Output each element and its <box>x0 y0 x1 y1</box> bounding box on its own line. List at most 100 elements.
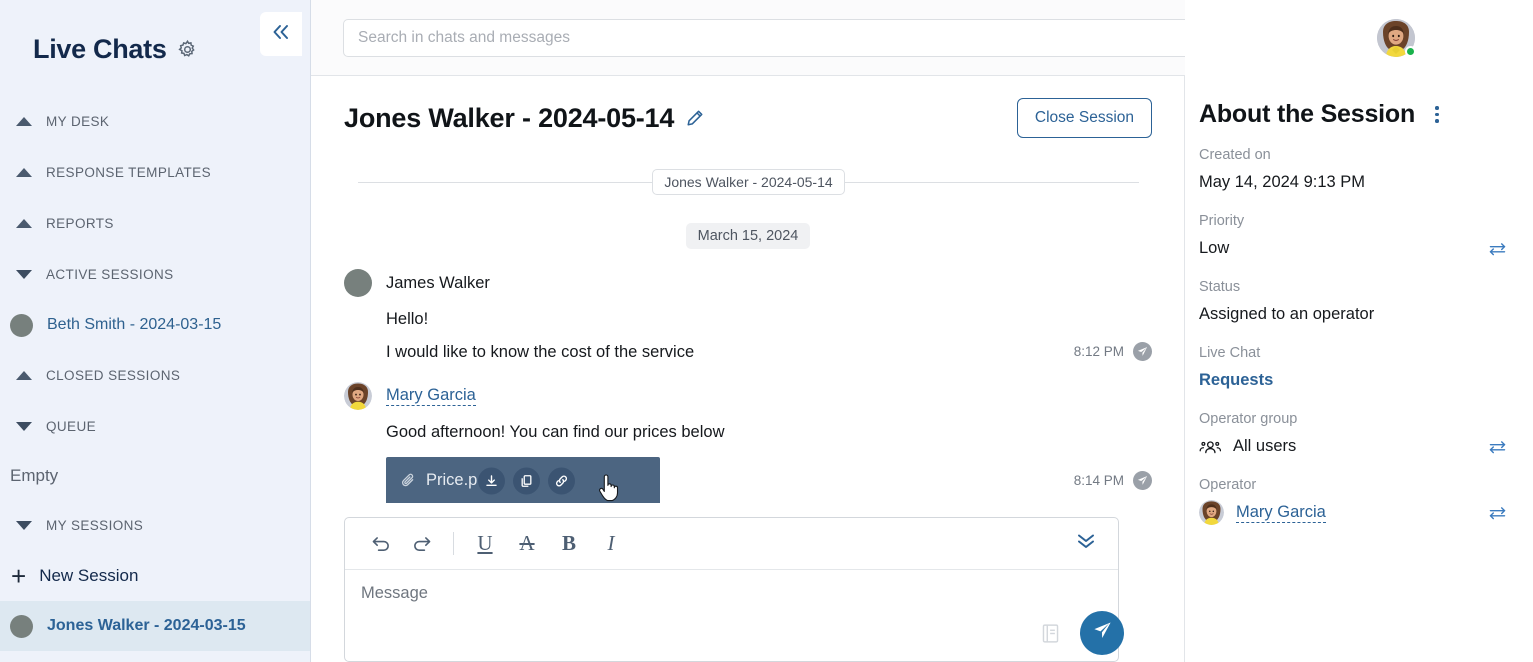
undo-icon[interactable] <box>361 525 399 563</box>
sidebar-nav: MY DESK RESPONSE TEMPLATES REPORTS ACTIV… <box>0 76 310 651</box>
queue-empty-text: Empty <box>10 466 59 485</box>
panel-title: About the Session <box>1199 100 1416 128</box>
composer-container: U A B I Message <box>311 503 1184 662</box>
avatar <box>10 313 33 337</box>
divider <box>453 532 454 555</box>
message-author[interactable]: Mary Garcia <box>386 386 476 407</box>
sidebar-item-reports[interactable]: REPORTS <box>0 198 310 249</box>
sidebar-item-my-desk[interactable]: MY DESK <box>0 96 310 147</box>
link-icon[interactable] <box>548 467 575 495</box>
template-book-icon[interactable] <box>1041 623 1060 649</box>
bold-icon[interactable]: B <box>550 525 588 563</box>
chevron-double-down-icon[interactable] <box>1074 530 1102 557</box>
message-line: Good afternoon! You can find our prices … <box>344 422 1152 443</box>
swap-arrows-icon[interactable] <box>1488 506 1507 520</box>
sidebar-item-active-sessions[interactable]: ACTIVE SESSIONS <box>0 249 310 300</box>
plus-icon: + <box>11 561 27 591</box>
download-icon[interactable] <box>478 467 505 495</box>
message-line: I would like to know the cost of the ser… <box>344 342 1152 363</box>
session-separator: Jones Walker - 2024-05-14 <box>358 169 1139 195</box>
live-chats-app: Live Chats MY DESK RESPONSE TEMPLATES RE… <box>0 0 1533 662</box>
message-meta: 8:14 PM <box>1074 470 1152 491</box>
sent-paper-plane-icon <box>1133 470 1152 490</box>
session-item-beth-smith[interactable]: Beth Smith - 2024-03-15 <box>0 300 310 350</box>
avatar <box>1377 18 1416 57</box>
triangle-down-icon <box>16 422 32 431</box>
triangle-up-icon <box>16 219 32 228</box>
sidebar-item-label: ACTIVE SESSIONS <box>46 267 174 282</box>
sidebar-item-label: QUEUE <box>46 419 97 434</box>
field-operator: Operator Mary Garcia <box>1199 477 1507 525</box>
underline-label: U <box>477 531 493 555</box>
sidebar-item-my-sessions[interactable]: MY SESSIONS <box>0 500 310 551</box>
avatar <box>10 614 33 638</box>
italic-icon[interactable]: I <box>592 525 630 563</box>
field-created-on: Created on May 14, 2024 9:13 PM <box>1199 147 1507 195</box>
message-input-area[interactable]: Message <box>345 570 1118 661</box>
search-container <box>311 18 1295 57</box>
field-value: Low <box>1199 239 1230 257</box>
page-title: Jones Walker - 2024-05-14 <box>344 102 675 133</box>
bold-label: B <box>561 531 576 555</box>
date-separator: March 15, 2024 <box>344 223 1152 249</box>
message-placeholder: Message <box>361 584 428 602</box>
new-session-button[interactable]: + New Session <box>0 551 310 601</box>
strikethrough-icon[interactable]: A <box>508 525 546 563</box>
message: James Walker Hello! I would like to know… <box>344 269 1152 362</box>
sidebar-title: Live Chats <box>33 33 167 64</box>
triangle-down-icon <box>16 521 32 530</box>
sidebar: Live Chats MY DESK RESPONSE TEMPLATES RE… <box>0 0 311 662</box>
topbar: Mary G Company <box>311 0 1497 76</box>
avatar <box>1199 500 1224 525</box>
new-session-label: New Session <box>39 566 139 585</box>
send-button[interactable] <box>1080 611 1124 655</box>
field-value-row: Mary Garcia <box>1199 500 1507 525</box>
session-separator-label: Jones Walker - 2024-05-14 <box>652 169 845 195</box>
triangle-up-icon <box>16 371 32 380</box>
attachment-card[interactable]: Price.p <box>386 456 660 503</box>
gear-icon[interactable] <box>177 39 198 60</box>
sidebar-item-closed-sessions[interactable]: CLOSED SESSIONS <box>0 350 310 401</box>
chat-header: Jones Walker - 2024-05-14 Close Session <box>311 76 1184 138</box>
field-value-row: Requests <box>1199 368 1507 393</box>
collapse-sidebar-button[interactable] <box>260 12 302 56</box>
sidebar-item-label: RESPONSE TEMPLATES <box>46 165 211 180</box>
messages-list: Jones Walker - 2024-05-14 March 15, 2024… <box>311 138 1184 503</box>
swap-arrows-icon[interactable] <box>1488 440 1507 454</box>
sidebar-item-label: CLOSED SESSIONS <box>46 368 181 383</box>
search-input[interactable] <box>343 18 1263 57</box>
session-name: Beth Smith - 2024-03-15 <box>47 316 222 333</box>
message-meta: 8:12 PM <box>1074 342 1152 362</box>
triangle-up-icon <box>16 117 32 126</box>
underline-icon[interactable]: U <box>466 525 504 563</box>
copy-icon[interactable] <box>513 467 540 495</box>
kebab-menu-icon[interactable] <box>1432 102 1442 127</box>
triangle-up-icon <box>16 168 32 177</box>
message-author-row: Mary Garcia <box>344 382 1152 411</box>
field-value: May 14, 2024 9:13 PM <box>1199 173 1366 191</box>
field-value-link[interactable]: Requests <box>1199 371 1273 390</box>
editor-toolbar-left: U A B I <box>361 525 630 563</box>
field-value-left: All users <box>1199 437 1296 456</box>
message-composer: U A B I Message <box>344 517 1119 662</box>
field-value-row: All users <box>1199 434 1507 459</box>
redo-icon[interactable] <box>403 525 441 563</box>
close-session-button[interactable]: Close Session <box>1016 98 1152 138</box>
pencil-icon[interactable] <box>685 109 704 128</box>
main-column: Mary G Company Jones Walker - 2024-05-14 <box>311 0 1497 662</box>
session-item-jones-walker[interactable]: Jones Walker - 2024-03-15 <box>0 601 310 651</box>
paperclip-icon <box>400 472 417 489</box>
people-group-icon <box>1199 438 1221 456</box>
attachment-row: Price.p 8:14 PM <box>344 456 1152 503</box>
attachment-name: Price.p <box>426 471 478 490</box>
field-priority: Priority Low <box>1199 213 1507 261</box>
swap-arrows-icon[interactable] <box>1488 242 1507 256</box>
field-value-link[interactable]: Mary Garcia <box>1236 503 1326 523</box>
sidebar-item-response-templates[interactable]: RESPONSE TEMPLATES <box>0 147 310 198</box>
message-text: Hello! <box>386 310 429 328</box>
field-label: Status <box>1199 279 1241 295</box>
field-value-row: Low <box>1199 236 1507 261</box>
field-label: Operator group <box>1199 411 1298 427</box>
avatar <box>344 382 372 411</box>
sidebar-item-queue[interactable]: QUEUE <box>0 401 310 452</box>
